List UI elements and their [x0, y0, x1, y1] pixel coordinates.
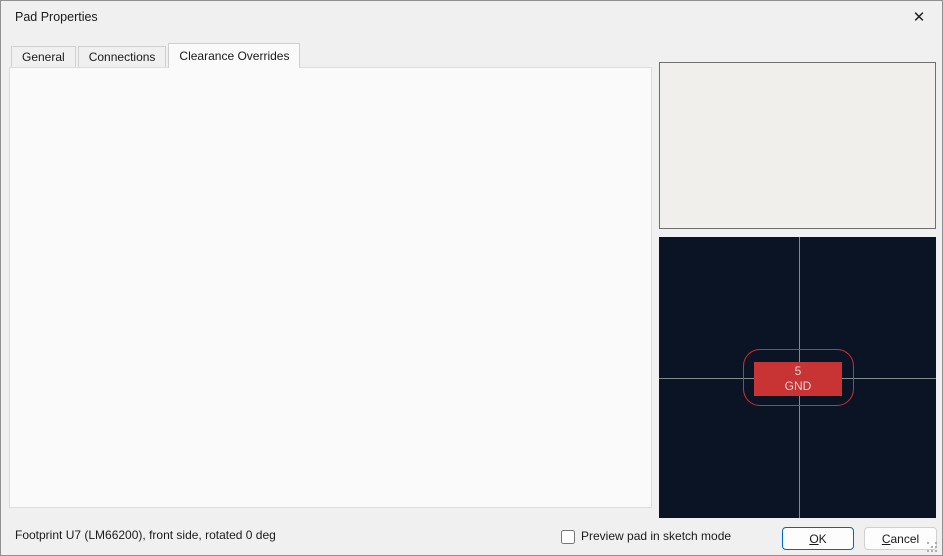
- sketch-mode-checkbox[interactable]: [561, 530, 575, 544]
- close-icon[interactable]: ✕: [904, 4, 934, 30]
- parent-settings-preview-panel: [659, 62, 936, 229]
- pad-properties-dialog: { "window": { "title": "Pad Properties",…: [0, 0, 943, 556]
- cancel-button-label: Cancel: [881, 531, 920, 546]
- tab-connections[interactable]: Connections: [77, 46, 167, 67]
- footprint-status-text: Footprint U7 (LM66200), front side, rota…: [15, 528, 276, 542]
- ok-button[interactable]: OK: [782, 527, 854, 550]
- tab-bar: General Connections Clearance Overrides: [11, 43, 302, 68]
- title-bar[interactable]: Pad Properties ✕: [1, 1, 942, 33]
- sketch-mode-checkbox-label[interactable]: Preview pad in sketch mode: [581, 529, 731, 543]
- pad-net-label: GND: [784, 379, 812, 393]
- ok-button-label: OK: [809, 531, 827, 546]
- tab-clearance-overrides[interactable]: Clearance Overrides: [168, 43, 301, 68]
- tab-general[interactable]: General: [11, 46, 76, 67]
- pad-preview-canvas[interactable]: 5 GND: [659, 237, 936, 518]
- pad-shape: 5 GND: [754, 362, 842, 396]
- window-title: Pad Properties: [15, 10, 98, 24]
- pad-number-label: 5: [794, 364, 802, 378]
- resize-grip[interactable]: [926, 541, 937, 552]
- clearance-overrides-panel: [9, 67, 652, 508]
